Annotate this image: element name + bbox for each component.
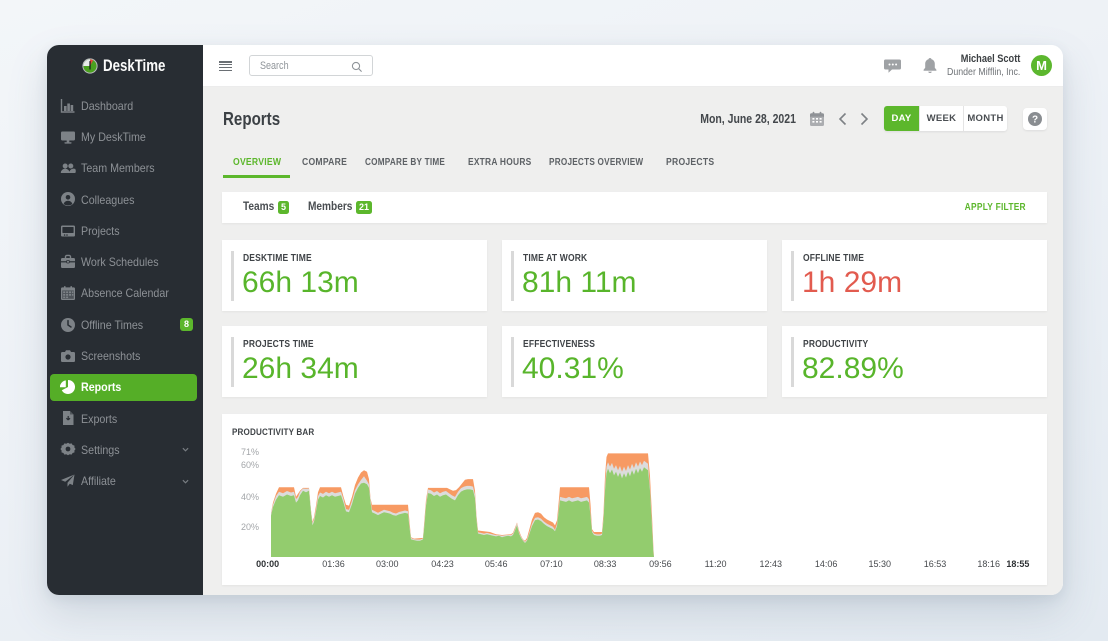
- svg-text:?: ?: [1032, 114, 1038, 125]
